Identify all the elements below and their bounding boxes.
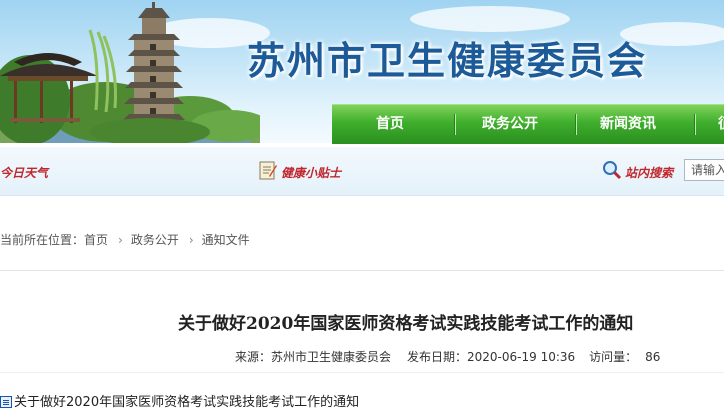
breadcrumb-item-home[interactable]: 首页 xyxy=(84,231,108,248)
article-publish-date: 发布日期：2020-06-19 10:36 xyxy=(407,350,576,364)
attachment-link[interactable]: 关于做好2020年国家医师资格考试实践技能考试工作的通知 xyxy=(0,391,359,410)
article-title: 关于做好2020年国家医师资格考试实践技能考试工作的通知 xyxy=(178,314,634,334)
search-input[interactable]: 请输入 xyxy=(684,159,724,181)
nav-divider xyxy=(575,114,577,135)
info-bar: 今日天气 健康小贴士 站内搜索 xyxy=(0,147,724,196)
main-nav: 首页 政务公开 新闻资讯 征 xyxy=(332,104,724,144)
nav-divider xyxy=(694,114,696,135)
breadcrumb: 当前所在位置：首页 › 政务公开 › 通知文件 xyxy=(0,231,250,248)
article-views-label: 访问量： xyxy=(589,350,638,364)
breadcrumb-prefix: 当前所在位置： xyxy=(0,233,85,247)
cloud-decoration xyxy=(410,6,570,32)
nav-item-more[interactable]: 征 xyxy=(718,105,724,144)
article-view-count: 86 xyxy=(645,350,661,364)
breadcrumb-item-government-affairs[interactable]: 政务公开 xyxy=(131,231,179,248)
nav-item-news[interactable]: 新闻资讯 xyxy=(600,105,656,144)
divider xyxy=(0,270,724,271)
chevron-right-icon: › xyxy=(118,233,123,247)
banner-scenery-illustration xyxy=(0,2,260,143)
chevron-right-icon: › xyxy=(188,233,194,247)
health-tips-link[interactable]: 健康小贴士 xyxy=(281,164,341,181)
divider xyxy=(0,372,724,373)
site-title: 苏州市卫生健康委员会 xyxy=(247,38,648,83)
nav-item-government-affairs[interactable]: 政务公开 xyxy=(482,105,538,144)
search-magnifier-icon xyxy=(602,160,622,184)
article-meta: 来源：苏州市卫生健康委员会 发布日期：2020-06-19 10:36 访问量： 86 xyxy=(235,348,660,365)
nav-item-home[interactable]: 首页 xyxy=(376,105,404,144)
site-search-label: 站内搜索 xyxy=(625,166,674,180)
attachment-title[interactable]: 关于做好2020年国家医师资格考试实践技能考试工作的通知 xyxy=(14,395,359,410)
article-source: 来源：苏州市卫生健康委员会 xyxy=(235,350,392,364)
notepad-icon xyxy=(259,160,277,184)
nav-divider xyxy=(454,114,456,135)
breadcrumb-item-notices[interactable]: 通知文件 xyxy=(202,231,250,248)
document-icon xyxy=(0,396,12,408)
weather-link[interactable]: 今日天气 xyxy=(0,164,48,181)
